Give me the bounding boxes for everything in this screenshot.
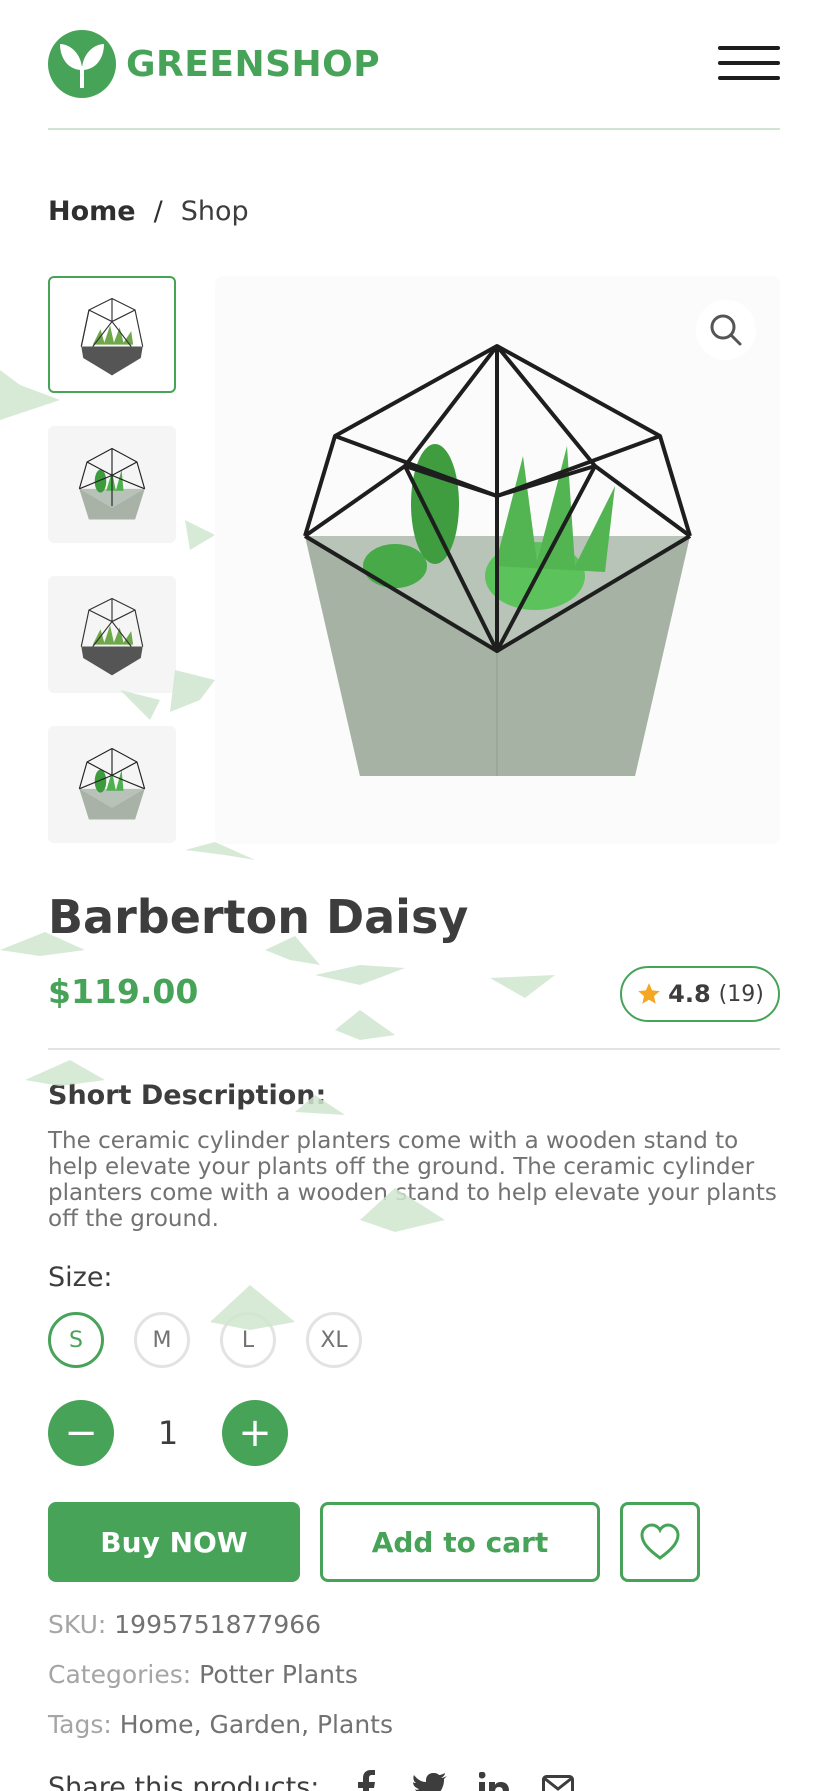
search-icon[interactable]: [696, 300, 756, 360]
quantity-value: 1: [157, 1414, 179, 1452]
product-title: Barberton Daisy: [48, 890, 469, 944]
rating-badge[interactable]: 4.8 (19): [620, 966, 780, 1022]
breadcrumb-separator: /: [153, 196, 163, 227]
terrarium-product-image: [303, 344, 692, 776]
product-price: $119.00: [48, 972, 199, 1011]
leaf-logo-icon: [48, 30, 116, 98]
size-option-l[interactable]: L: [220, 1312, 276, 1368]
brand-name: GREENSHOP: [126, 43, 381, 85]
breadcrumb-current[interactable]: Shop: [181, 196, 249, 227]
quantity-stepper: − 1 +: [48, 1400, 288, 1466]
share-label: Share this products:: [48, 1771, 320, 1791]
mail-icon[interactable]: [541, 1770, 575, 1791]
tags-row: Tags: Home, Garden, Plants: [48, 1710, 393, 1739]
thumbnail-2[interactable]: [48, 426, 176, 543]
short-description-text: The ceramic cylinder planters come with …: [48, 1128, 777, 1232]
buy-now-button[interactable]: Buy NOW: [48, 1502, 300, 1582]
short-description-heading: Short Description:: [48, 1080, 327, 1111]
hamburger-menu-icon[interactable]: [718, 46, 780, 86]
divider: [48, 1048, 780, 1050]
twitter-icon[interactable]: [413, 1770, 448, 1791]
product-main-image: [215, 276, 780, 844]
facebook-icon[interactable]: [349, 1770, 383, 1791]
sku-value: 1995751877966: [114, 1610, 322, 1639]
site-header: GREENSHOP: [48, 28, 780, 130]
terrarium-dark-pot-image: [80, 597, 144, 675]
terrarium-cactus-grey-pot-image: [78, 447, 146, 520]
breadcrumb-home[interactable]: Home: [48, 196, 136, 227]
share-row: Share this products:: [48, 1770, 575, 1791]
brand-logo[interactable]: GREENSHOP: [48, 30, 380, 98]
size-label: Size:: [48, 1262, 113, 1293]
star-icon: [638, 983, 660, 1004]
size-option-m[interactable]: M: [134, 1312, 190, 1368]
terrarium-dark-pot-image: [80, 297, 144, 375]
size-selector: S M L XL: [48, 1312, 392, 1368]
rating-score: 4.8: [668, 980, 711, 1008]
add-to-cart-button[interactable]: Add to cart: [320, 1502, 600, 1582]
heart-icon[interactable]: [620, 1502, 700, 1582]
categories-row: Categories: Potter Plants: [48, 1660, 358, 1689]
thumbnail-1[interactable]: [48, 276, 176, 393]
review-count: (19): [718, 981, 764, 1007]
decrease-quantity-button[interactable]: −: [48, 1400, 114, 1466]
categories-label: Categories:: [48, 1660, 192, 1689]
increase-quantity-button[interactable]: +: [222, 1400, 288, 1466]
tags-value[interactable]: Home, Garden, Plants: [120, 1710, 393, 1739]
tags-label: Tags:: [48, 1710, 112, 1739]
sku-label: SKU:: [48, 1610, 107, 1639]
sku-row: SKU: 1995751877966: [48, 1610, 321, 1639]
size-option-s[interactable]: S: [48, 1312, 104, 1368]
categories-value[interactable]: Potter Plants: [199, 1660, 358, 1689]
size-option-xl[interactable]: XL: [306, 1312, 362, 1368]
purchase-actions: Buy NOW Add to cart: [48, 1502, 700, 1582]
thumbnail-4[interactable]: [48, 726, 176, 843]
terrarium-cactus-grey-pot-image: [78, 747, 146, 820]
linkedin-icon[interactable]: [477, 1770, 511, 1791]
thumbnail-3[interactable]: [48, 576, 176, 693]
breadcrumb: Home / Shop: [48, 196, 249, 227]
thumbnail-list: [48, 276, 176, 876]
